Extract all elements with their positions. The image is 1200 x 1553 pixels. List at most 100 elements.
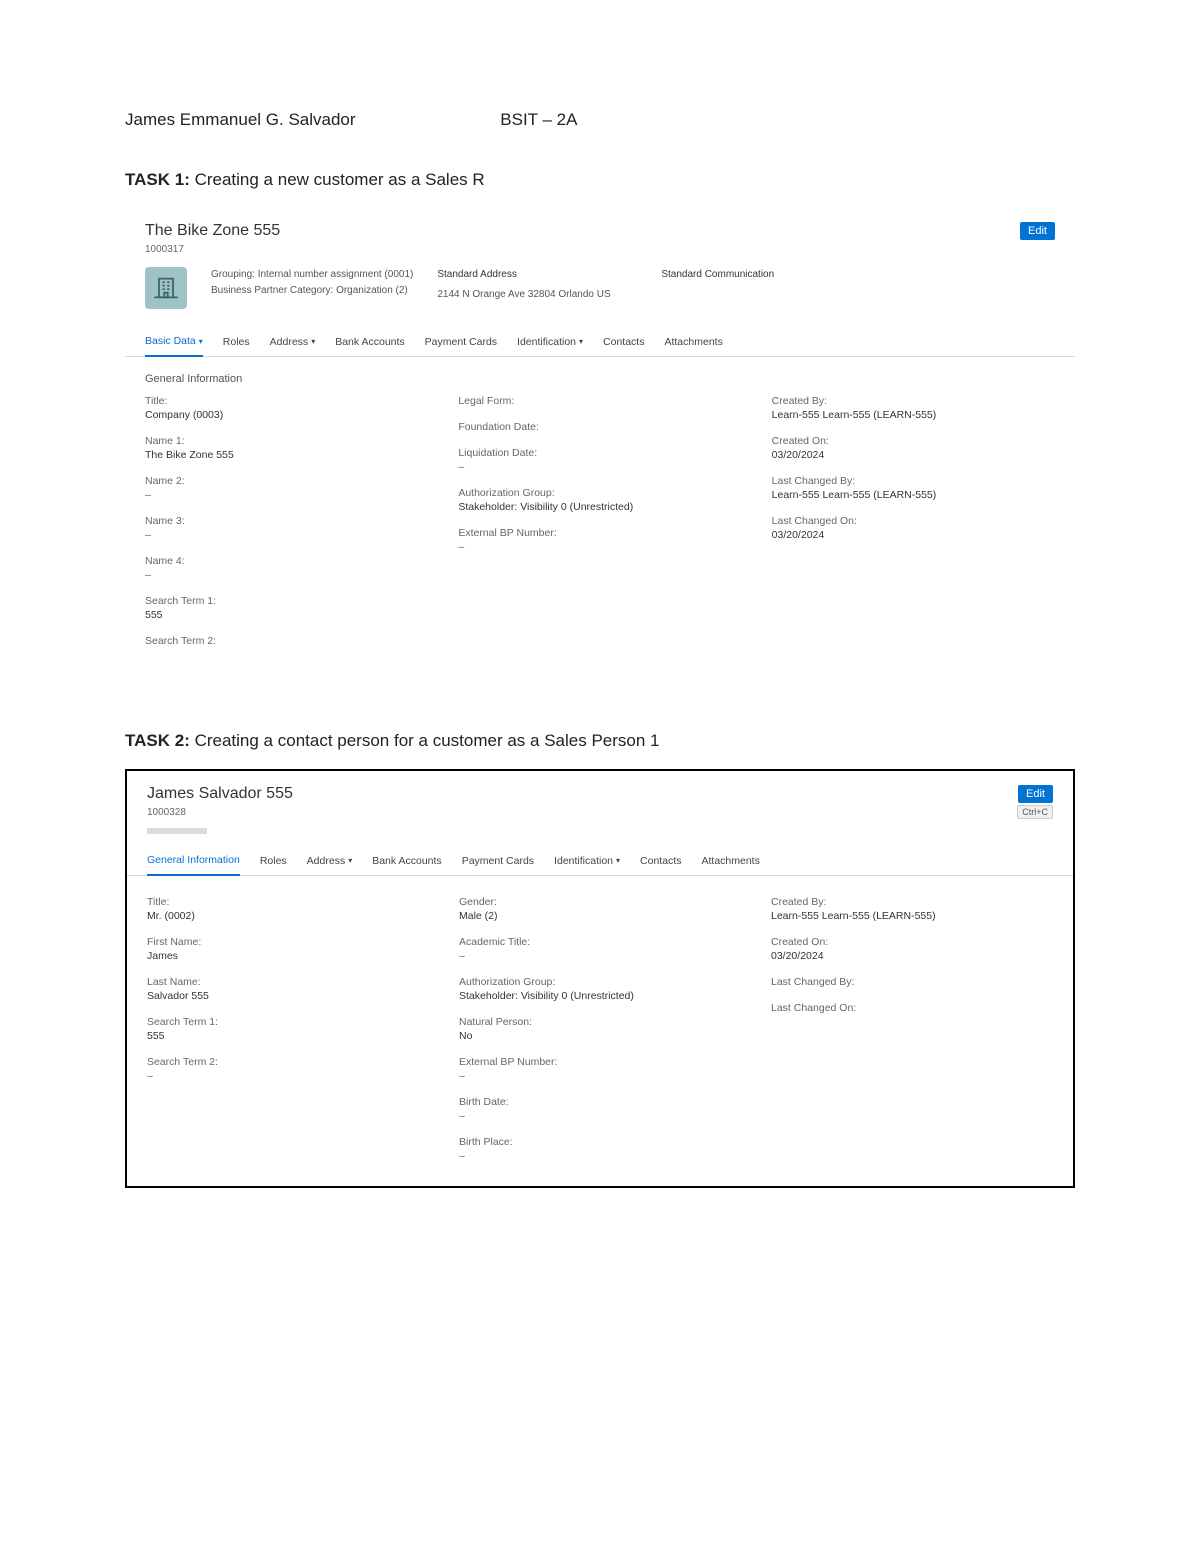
field-value: 03/20/2024	[772, 529, 1055, 541]
tab-contacts[interactable]: Contacts	[640, 848, 681, 875]
field-last-changed-by: Last Changed By: Learn-555 Learn-555 (LE…	[772, 475, 1055, 501]
tab-address[interactable]: Address ▾	[307, 848, 353, 875]
field-value: Mr. (0002)	[147, 910, 429, 922]
field-external-bp: External BP Number: –	[459, 1056, 741, 1082]
tab-payment-cards[interactable]: Payment Cards	[425, 329, 497, 356]
field-label: Gender:	[459, 896, 741, 908]
field-created-by: Created By: Learn-555 Learn-555 (LEARN-5…	[772, 395, 1055, 421]
field-foundation-date: Foundation Date:	[458, 421, 741, 433]
field-label: Authorization Group:	[458, 487, 741, 499]
field-label: Title:	[145, 395, 428, 407]
overview-col-2: Standard Address 2144 N Orange Ave 32804…	[437, 267, 637, 309]
field-last-changed-on: Last Changed On: 03/20/2024	[772, 515, 1055, 541]
chevron-down-icon: ▾	[311, 337, 315, 346]
field-created-on: Created On: 03/20/2024	[771, 936, 1053, 962]
field-label: External BP Number:	[459, 1056, 741, 1068]
field-label: Search Term 1:	[145, 595, 428, 607]
field-label: Birth Date:	[459, 1096, 741, 1108]
grouping-label: Grouping:	[211, 269, 255, 280]
field-value: 03/20/2024	[771, 950, 1053, 962]
field-search-term-1: Search Term 1: 555	[145, 595, 428, 621]
tab-payment-cards[interactable]: Payment Cards	[462, 848, 534, 875]
edit-button[interactable]: Edit	[1018, 785, 1053, 803]
field-value: –	[459, 950, 741, 962]
field-search-term-2: Search Term 2: –	[147, 1056, 429, 1082]
task2-heading: TASK 2: Creating a contact person for a …	[125, 731, 1075, 751]
field-legal-form: Legal Form:	[458, 395, 741, 407]
field-label: Search Term 2:	[145, 635, 428, 647]
field-value: Male (2)	[459, 910, 741, 922]
field-label: Name 3:	[145, 515, 428, 527]
tab-address[interactable]: Address ▾	[270, 329, 316, 356]
tab-roles[interactable]: Roles	[223, 329, 250, 356]
tab-identification[interactable]: Identification ▾	[517, 329, 583, 356]
tab-roles[interactable]: Roles	[260, 848, 287, 875]
overview-col-3: Standard Communication	[661, 267, 861, 309]
field-label: Title:	[147, 896, 429, 908]
form-col-2: Gender: Male (2) Academic Title: – Autho…	[459, 896, 741, 1162]
field-first-name: First Name: James	[147, 936, 429, 962]
form-col-3: Created By: Learn-555 Learn-555 (LEARN-5…	[771, 896, 1053, 1162]
field-value: –	[458, 541, 741, 553]
ctrlc-button[interactable]: Ctrl+C	[1017, 805, 1053, 819]
field-created-on: Created On: 03/20/2024	[772, 435, 1055, 461]
field-value: The Bike Zone 555	[145, 449, 428, 461]
field-label: Created On:	[772, 435, 1055, 447]
form-col-3: Created By: Learn-555 Learn-555 (LEARN-5…	[772, 395, 1055, 647]
field-label: Birth Place:	[459, 1136, 741, 1148]
field-name3: Name 3: –	[145, 515, 428, 541]
tab-attachments[interactable]: Attachments	[701, 848, 759, 875]
tab-general-info[interactable]: General Information	[147, 848, 240, 876]
field-value: James	[147, 950, 429, 962]
field-label: Authorization Group:	[459, 976, 741, 988]
tab-bank-accounts[interactable]: Bank Accounts	[372, 848, 441, 875]
tab-label: Address	[270, 336, 309, 348]
task2-text: Creating a contact person for a customer…	[195, 731, 660, 750]
field-external-bp: External BP Number: –	[458, 527, 741, 553]
student-name: James Emmanuel G. Salvador	[125, 110, 356, 129]
tab-bank-accounts[interactable]: Bank Accounts	[335, 329, 404, 356]
field-title: Title: Company (0003)	[145, 395, 428, 421]
field-label: Liquidation Date:	[458, 447, 741, 459]
placeholder-bar	[147, 828, 207, 834]
field-last-name: Last Name: Salvador 555	[147, 976, 429, 1002]
field-label: Created By:	[772, 395, 1055, 407]
task1-heading: TASK 1: Creating a new customer as a Sal…	[125, 170, 1075, 190]
task1-text: Creating a new customer as a Sales R	[195, 170, 485, 189]
document-header: James Emmanuel G. Salvador BSIT – 2A	[125, 110, 1075, 130]
tab-label: Basic Data	[145, 335, 196, 347]
bp-title: The Bike Zone 555	[145, 222, 1055, 240]
field-label: Last Changed By:	[772, 475, 1055, 487]
bp-title: James Salvador 555	[147, 785, 1053, 803]
chevron-down-icon: ▾	[199, 337, 203, 346]
field-value: Learn-555 Learn-555 (LEARN-555)	[771, 910, 1053, 922]
field-value: 555	[147, 1030, 429, 1042]
field-value: Learn-555 Learn-555 (LEARN-555)	[772, 489, 1055, 501]
field-value: –	[145, 529, 428, 541]
field-value: –	[145, 569, 428, 581]
field-title: Title: Mr. (0002)	[147, 896, 429, 922]
field-natural-person: Natural Person: No	[459, 1016, 741, 1042]
field-value: –	[459, 1110, 741, 1122]
field-auth-group: Authorization Group: Stakeholder: Visibi…	[459, 976, 741, 1002]
field-value: 555	[145, 609, 428, 621]
chevron-down-icon: ▾	[348, 856, 352, 865]
tab-contacts[interactable]: Contacts	[603, 329, 644, 356]
field-value: No	[459, 1030, 741, 1042]
tab-identification[interactable]: Identification ▾	[554, 848, 620, 875]
tabs-bar: Basic Data ▾ Roles Address ▾ Bank Accoun…	[125, 329, 1075, 357]
edit-button[interactable]: Edit	[1020, 222, 1055, 240]
tab-basic-data[interactable]: Basic Data ▾	[145, 329, 203, 357]
field-value: 03/20/2024	[772, 449, 1055, 461]
field-birth-date: Birth Date: –	[459, 1096, 741, 1122]
field-value: Company (0003)	[145, 409, 428, 421]
field-label: Name 4:	[145, 555, 428, 567]
field-label: Last Name:	[147, 976, 429, 988]
overview-col-1: Grouping: Internal number assignment (00…	[211, 267, 413, 309]
field-value: Salvador 555	[147, 990, 429, 1002]
bpcat-label: Business Partner Category:	[211, 285, 333, 296]
tab-label: Identification	[554, 855, 613, 867]
tab-attachments[interactable]: Attachments	[664, 329, 722, 356]
field-last-changed-by: Last Changed By:	[771, 976, 1053, 988]
field-label: Legal Form:	[458, 395, 741, 407]
